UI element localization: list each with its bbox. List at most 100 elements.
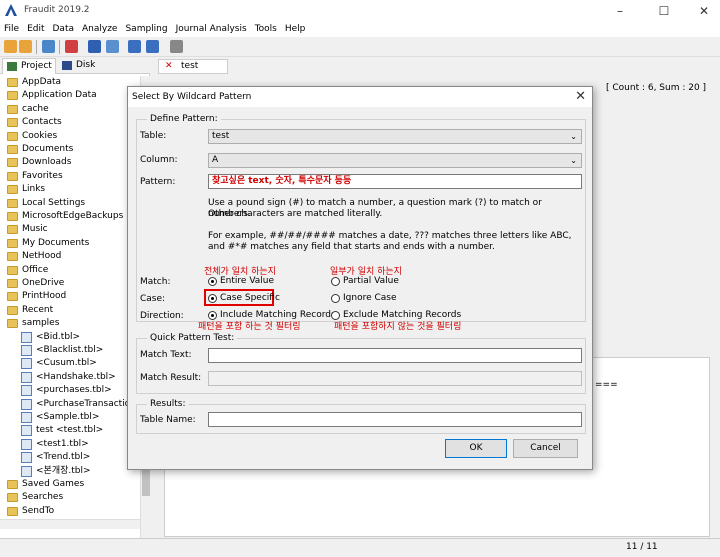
open-table-icon[interactable] — [42, 40, 55, 53]
folder-icon — [7, 506, 18, 516]
column-label: Column: — [140, 155, 178, 165]
radio-ignore-case[interactable]: Ignore Case — [331, 293, 397, 304]
save-icon[interactable] — [88, 40, 101, 53]
open-project-icon[interactable] — [4, 40, 17, 53]
tree-file-item[interactable]: <purchases.tbl> — [21, 384, 112, 397]
menu-sampling[interactable]: Sampling — [121, 22, 171, 37]
tree-folder-item[interactable]: SendTo — [7, 505, 55, 518]
tree-item-label: samples — [22, 318, 60, 329]
menu-tools[interactable]: Tools — [251, 22, 281, 37]
menu-analyze[interactable]: Analyze — [78, 22, 121, 37]
window-layout-icon[interactable] — [128, 40, 141, 53]
delete-icon[interactable] — [65, 40, 78, 53]
menu-help[interactable]: Help — [281, 22, 310, 37]
disk-icon — [62, 61, 72, 70]
tree-file-item[interactable]: <본개장.tbl> — [21, 465, 91, 478]
menu-file[interactable]: File — [0, 22, 23, 37]
tree-folder-item[interactable]: samples — [7, 317, 60, 330]
tree-folder-item[interactable]: Cookies — [7, 130, 58, 143]
tools-wrench-icon[interactable] — [170, 40, 183, 53]
menu-journal-analysis[interactable]: Journal Analysis — [172, 22, 251, 37]
tree-folder-item[interactable]: My Documents — [7, 237, 89, 250]
tab-disk-label: Disk — [76, 60, 96, 70]
dialog-close-icon[interactable]: ✕ — [575, 89, 586, 104]
folder-icon — [7, 279, 18, 288]
tree-file-item[interactable]: <Blacklist.tbl> — [21, 344, 104, 357]
tree-folder-item[interactable]: AppData — [7, 76, 61, 89]
tree-folder-item[interactable]: OneDrive — [7, 277, 64, 290]
open-folder-icon[interactable] — [19, 40, 32, 53]
tree-item-label: Cookies — [22, 130, 58, 141]
tree-folder-item[interactable]: Saved Games — [7, 478, 84, 491]
radio-entire-value[interactable]: Entire Value — [208, 276, 274, 287]
folder-icon — [7, 212, 18, 221]
folder-icon — [7, 493, 18, 503]
define-pattern-legend: Define Pattern: — [147, 114, 221, 124]
table-select[interactable]: test ⌄ — [208, 129, 582, 144]
tree-item-label: <Trend.tbl> — [36, 452, 91, 463]
tree-folder-item[interactable]: Downloads — [7, 156, 71, 169]
tree-item-label: SendTo — [22, 505, 55, 516]
radio-entire-value-label: Entire Value — [220, 276, 275, 286]
tree-folder-item[interactable]: Music — [7, 223, 48, 236]
menu-edit[interactable]: Edit — [23, 22, 48, 37]
table-view-text: === — [595, 380, 618, 390]
minimize-button[interactable]: – — [606, 3, 634, 19]
maximize-button[interactable]: ☐ — [650, 3, 678, 19]
tree-horizontal-scrollbar[interactable] — [0, 519, 140, 529]
menu-data[interactable]: Data — [49, 22, 79, 37]
close-window-button[interactable]: ✕ — [690, 3, 718, 19]
match-label: Match: — [140, 277, 171, 287]
tree-folder-item[interactable]: Links — [7, 183, 45, 196]
match-text-input[interactable] — [208, 348, 582, 363]
tree-file-item[interactable]: <PurchaseTransaction.tbl> — [21, 398, 140, 411]
tab-project[interactable]: Project — [2, 58, 56, 74]
tree-file-item[interactable]: <Cusum.tbl> — [21, 357, 97, 370]
table-file-icon — [21, 358, 32, 370]
tree-folder-item[interactable]: MicrosoftEdgeBackups — [7, 210, 123, 223]
folder-icon — [7, 91, 18, 101]
radio-partial-value-label: Partial Value — [343, 276, 399, 286]
tree-file-item[interactable]: <test1.tbl> — [21, 438, 89, 451]
tree-file-item[interactable]: <Bid.tbl> — [21, 331, 80, 344]
tree-folder-item[interactable]: Recent — [7, 304, 53, 317]
table-file-icon — [21, 452, 32, 464]
tree-item-label: <Blacklist.tbl> — [36, 345, 104, 355]
tab-project-label: Project — [21, 61, 52, 71]
folder-icon — [7, 78, 18, 87]
tree-folder-item[interactable]: Documents — [7, 143, 73, 156]
tree-file-item[interactable]: <Sample.tbl> — [21, 411, 99, 424]
doc-tab-test[interactable]: ✕ test — [158, 59, 228, 74]
toolbar-separator — [59, 40, 60, 54]
tree-file-item[interactable]: <Handshake.tbl> — [21, 371, 116, 384]
tree-folder-item[interactable]: PrintHood — [7, 290, 66, 303]
match-result-field — [208, 371, 582, 386]
toolbar-separator — [36, 40, 37, 54]
tree-folder-item[interactable]: Searches — [7, 491, 63, 504]
column-select[interactable]: A ⌄ — [208, 153, 582, 168]
folder-icon — [7, 145, 18, 154]
table-file-icon — [21, 371, 32, 383]
tree-folder-item[interactable]: Local Settings — [7, 197, 85, 210]
export-icon[interactable] — [106, 40, 119, 53]
cancel-button[interactable]: Cancel — [513, 439, 578, 458]
tree-folder-item[interactable]: NetHood — [7, 250, 62, 263]
tree-folder-item[interactable]: Application Data — [7, 89, 97, 102]
tab-disk[interactable]: Disk — [58, 58, 102, 74]
tree-file-item[interactable]: test <test.tbl> — [21, 424, 103, 437]
tree-folder-item[interactable]: Favorites — [7, 170, 63, 183]
radio-case-specific[interactable]: Case Specific — [208, 293, 280, 304]
close-tab-icon[interactable]: ✕ — [165, 60, 173, 73]
folder-icon — [7, 292, 18, 302]
tree-folder-item[interactable]: Contacts — [7, 116, 62, 129]
tree-folder-item[interactable]: Office — [7, 264, 48, 277]
tree-file-item[interactable]: <Trend.tbl> — [21, 451, 91, 464]
folder-icon — [7, 480, 18, 489]
pattern-input[interactable]: 찾고싶은 text, 숫자, 특수문자 등등 — [208, 174, 582, 189]
radio-partial-value[interactable]: Partial Value — [331, 276, 399, 287]
ok-button[interactable]: OK — [445, 439, 507, 458]
window-split-icon[interactable] — [146, 40, 159, 53]
tree-folder-item[interactable]: cache — [7, 103, 49, 116]
table-name-input[interactable] — [208, 412, 582, 427]
tree-item-label: NetHood — [22, 251, 62, 262]
